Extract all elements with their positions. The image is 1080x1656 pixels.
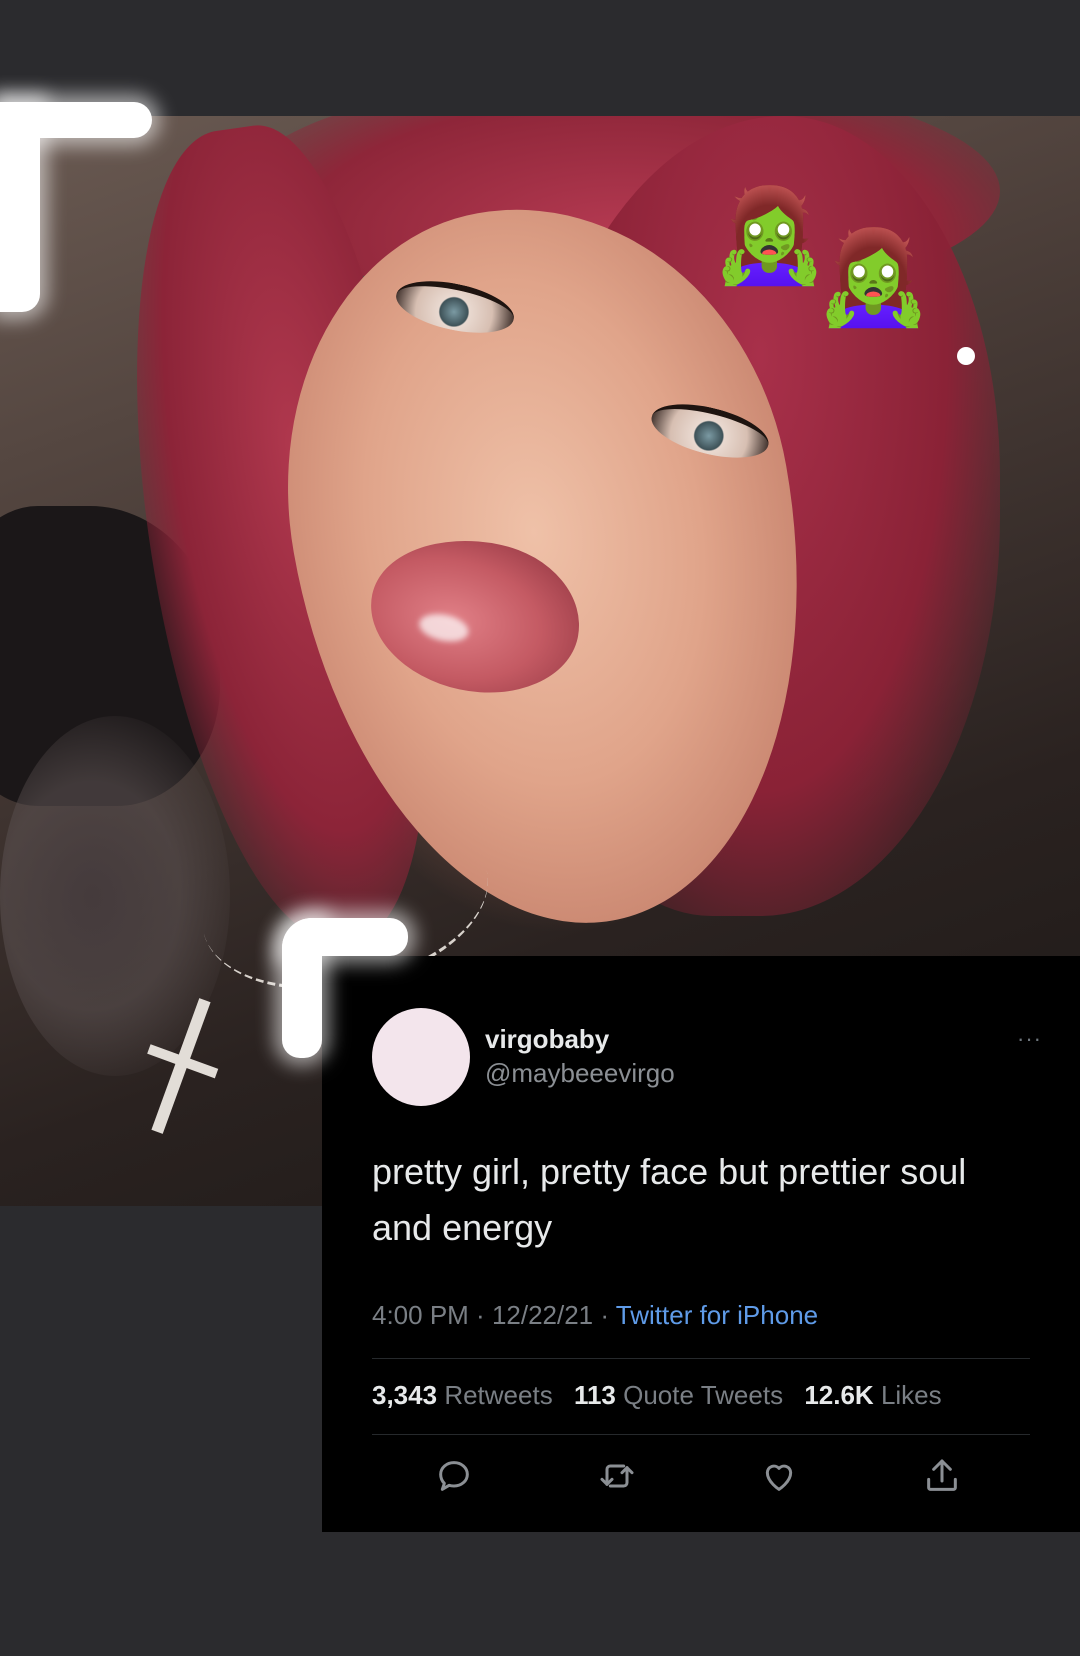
tweet-text: pretty girl, pretty face but prettier so… (372, 1151, 967, 1248)
zombie-sticker-icon[interactable]: 🧟‍♀️ (712, 190, 827, 282)
divider (372, 1434, 1030, 1435)
tweet-stats: 3,343 Retweets 113 Quote Tweets 12.6K Li… (372, 1380, 942, 1411)
lip-gloss-highlight (416, 609, 472, 646)
tweet-date: 12/22/21 (491, 1300, 594, 1330)
story-canvas: 🧟‍♀️ 🧟‍♀️ virgobaby @maybeeevirgo ··· pr… (0, 0, 1080, 1656)
likes-label[interactable]: Likes (881, 1380, 942, 1410)
display-name[interactable]: virgobaby (485, 1024, 609, 1055)
zombie-sticker-icon[interactable]: 🧟‍♀️ (816, 232, 931, 324)
tweet-meta: 4:00 PM · 12/22/21 · Twitter for iPhone (372, 1300, 818, 1331)
retweets-count[interactable]: 3,343 (372, 1380, 437, 1410)
quote-tweets-label[interactable]: Quote Tweets (623, 1380, 783, 1410)
glow-bracket-top (0, 102, 40, 312)
reply-icon[interactable] (434, 1456, 474, 1496)
avatar[interactable] (372, 1008, 470, 1106)
tweet-card[interactable]: virgobaby @maybeeevirgo ··· pretty girl,… (322, 956, 1080, 1532)
tweet-time: 4:00 PM (372, 1300, 469, 1330)
tweet-actions (322, 1446, 1080, 1516)
tweet-source-link[interactable]: Twitter for iPhone (616, 1300, 818, 1330)
retweets-label[interactable]: Retweets (444, 1380, 552, 1410)
divider (372, 1358, 1030, 1359)
quote-tweets-count[interactable]: 113 (574, 1380, 616, 1410)
sticker-dot (957, 347, 975, 365)
more-options-icon[interactable]: ··· (1017, 1026, 1042, 1052)
like-icon[interactable] (759, 1456, 799, 1496)
share-icon[interactable] (922, 1456, 962, 1496)
retweet-icon[interactable] (597, 1456, 637, 1496)
likes-count[interactable]: 12.6K (804, 1380, 873, 1410)
username-handle[interactable]: @maybeeevirgo (485, 1058, 675, 1089)
meta-separator: · (593, 1300, 616, 1330)
meta-separator: · (468, 1300, 492, 1330)
glow-bracket-card (282, 918, 322, 1058)
